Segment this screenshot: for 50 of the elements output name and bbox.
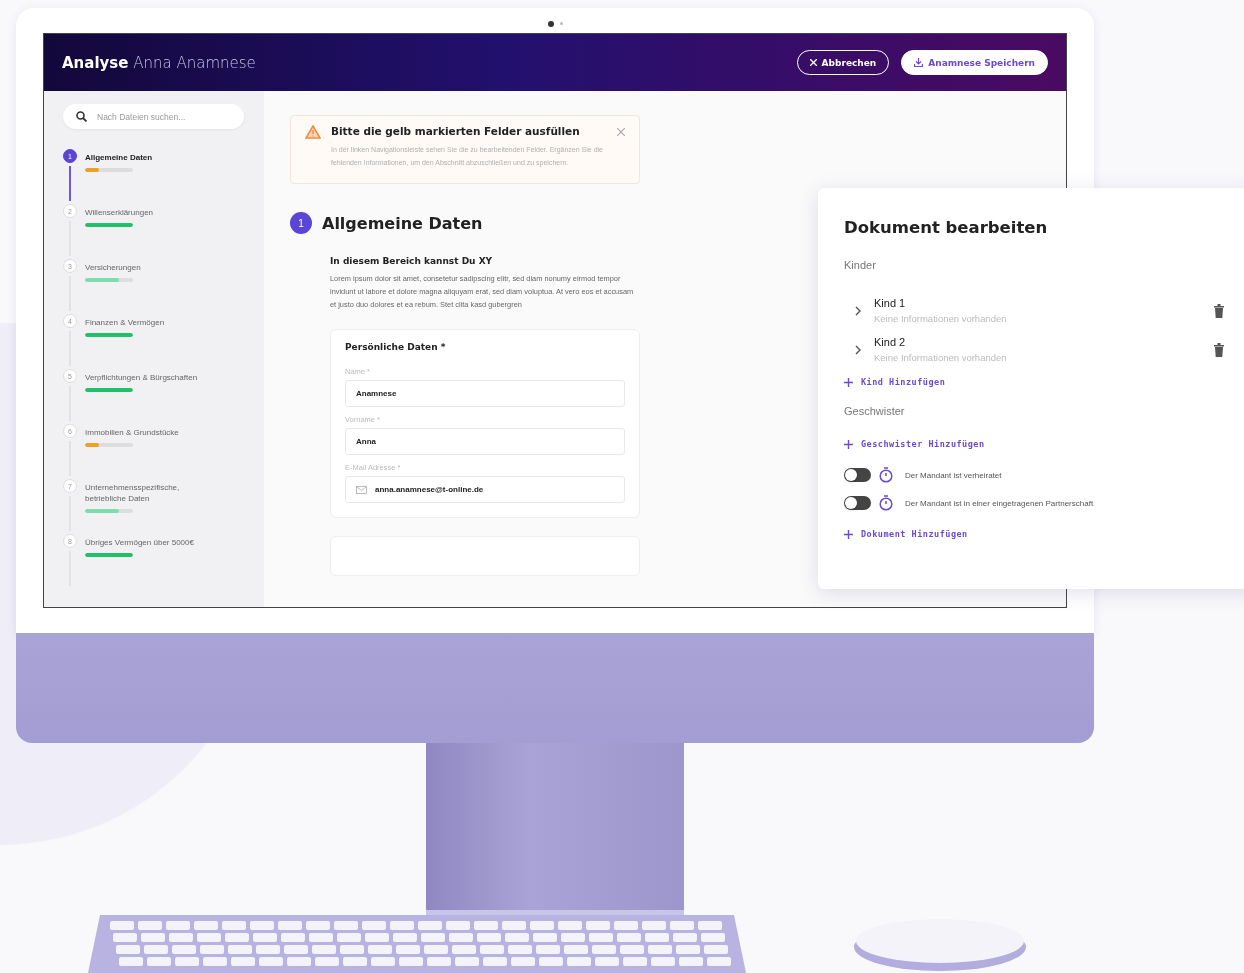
search-icon [76, 111, 87, 122]
chevron-right-icon [854, 305, 862, 316]
item-subtitle: Keine Informationen vorhanden [874, 352, 1008, 363]
section-number: 1 [290, 212, 312, 234]
plus-icon [844, 529, 853, 539]
close-icon [617, 128, 625, 136]
toggle-label: Der Mandant ist verheiratet [905, 470, 1002, 480]
toggle-switch[interactable] [844, 468, 871, 482]
pager-dot[interactable] [547, 20, 554, 27]
chevron-right-icon [854, 344, 862, 355]
add-link[interactable]: Geschwister Hinzufügen [844, 439, 1232, 449]
mail-icon [356, 485, 367, 494]
toggle-label: Der Mandant ist in einer eingetragenen Partnerschaft [905, 498, 1094, 508]
close-icon [809, 59, 817, 66]
section-label: Geschwister [844, 405, 906, 417]
input-field[interactable]: Anna [345, 428, 625, 455]
input-field[interactable]: Anamnese [345, 380, 625, 407]
plus-icon [844, 439, 853, 449]
trash-icon[interactable] [1214, 342, 1224, 357]
trash-icon[interactable] [1214, 303, 1224, 318]
alert-title: Bitte die gelb markierten Felder ausfüllen [331, 125, 581, 137]
step-label[interactable]: Verpflichtungen & Bürgschaften [85, 372, 210, 383]
step-label[interactable]: Unternehmensspezifische, betriebliche Daten [85, 482, 210, 504]
step-label[interactable]: Finanzen & Vermögen [85, 317, 210, 328]
add-link[interactable]: Kind Hinzufügen [844, 377, 1232, 387]
section-subtitle: In diesem Bereich kannst Du XY [330, 256, 494, 266]
app-title: Analyse Anna Anamnese [62, 53, 256, 72]
input-field[interactable]: anna.anamnese@t-online.de [345, 476, 625, 503]
step-label[interactable]: Versicherungen [85, 262, 210, 273]
toggle-switch[interactable] [844, 496, 871, 510]
save-button[interactable]: Anamnese Speichern [901, 50, 1048, 75]
step-label[interactable]: Willenserklärungen [85, 207, 210, 218]
panel-title: Dokument bearbeiten [844, 218, 1049, 237]
warning-icon [305, 125, 321, 139]
stopwatch-icon [879, 495, 893, 511]
step-label[interactable]: Allgemeine Daten [85, 152, 210, 163]
item-subtitle: Keine Informationen vorhanden [874, 313, 1008, 324]
step-label[interactable]: Übriges Vermögen über 5000€ [85, 537, 210, 548]
add-link[interactable]: Dokument Hinzufügen [844, 529, 1232, 539]
card-title: Persönliche Daten * [345, 342, 447, 352]
search-field[interactable]: Nach Dateien suchen... [63, 104, 244, 129]
pager-dot[interactable] [559, 22, 563, 25]
plus-icon [844, 377, 853, 387]
section-label: Kinder [844, 259, 877, 271]
download-icon [914, 58, 924, 67]
step-label[interactable]: Immobilien & Grundstücke [85, 427, 210, 438]
section-title: Allgemeine Daten [322, 213, 483, 233]
item-title[interactable]: Kind 1 [874, 297, 1202, 309]
stopwatch-icon [879, 467, 893, 483]
item-title[interactable]: Kind 2 [874, 336, 1202, 348]
